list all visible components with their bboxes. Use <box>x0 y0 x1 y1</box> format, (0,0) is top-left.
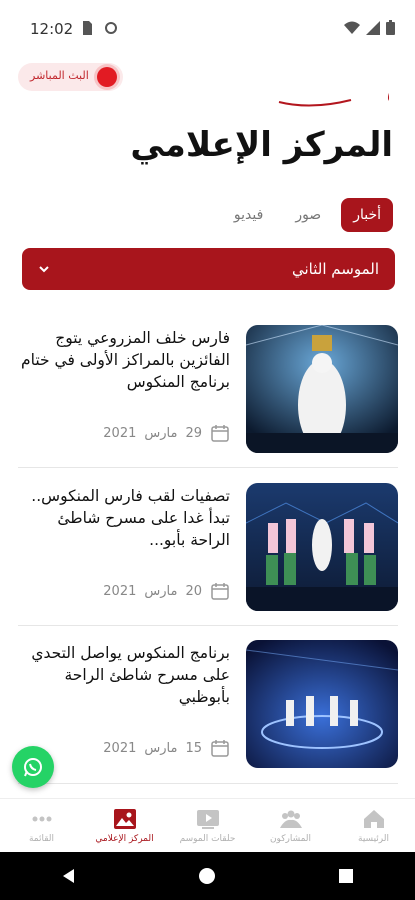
live-broadcast-button[interactable]: البث المباشر <box>18 63 123 91</box>
nav-item-menu[interactable]: القائمة <box>2 808 82 844</box>
svg-text:المنكوس: المنكوس <box>386 63 389 103</box>
bottom-navigation: الرئيسية المشاركون حلقات الموسم المركز ا… <box>0 798 415 852</box>
news-thumbnail <box>246 640 398 768</box>
tab-videos[interactable]: فيديو <box>222 198 275 232</box>
nav-item-home[interactable]: الرئيسية <box>334 808 414 844</box>
nav-label: حلقات الموسم <box>179 833 236 844</box>
nav-label: الرئيسية <box>358 833 389 844</box>
news-thumbnail <box>246 325 398 453</box>
android-navigation-bar <box>0 852 415 900</box>
news-list-item[interactable]: فارس خلف المزروعي يتوج الفائزين بالمراكز… <box>18 325 398 457</box>
news-date-year: 2021 <box>103 425 137 441</box>
status-notification-icons <box>80 20 118 36</box>
stage-photo-image <box>246 640 398 768</box>
menu-dots-icon <box>32 816 51 821</box>
news-date-day: 15 <box>185 740 202 756</box>
page-title: المركز الإعلامي <box>130 125 393 165</box>
news-date-year: 2021 <box>103 740 137 756</box>
nav-item-media-center[interactable]: المركز الإعلامي <box>85 808 165 844</box>
nav-label: المركز الإعلامي <box>95 833 154 844</box>
participants-icon <box>279 810 302 828</box>
tab-news[interactable]: أخبار <box>341 198 393 232</box>
signal-icon <box>366 20 380 35</box>
status-bar: 12:02 <box>0 0 415 58</box>
news-date-month: مارس <box>144 425 178 441</box>
battery-icon <box>386 20 395 35</box>
sync-icon <box>105 22 117 34</box>
nav-item-participants[interactable]: المشاركون <box>251 808 331 844</box>
chevron-down-icon <box>39 266 49 273</box>
season-selected-label: الموسم الثاني <box>292 260 379 278</box>
status-system-icons <box>344 20 395 35</box>
tab-photos[interactable]: صور <box>283 198 333 232</box>
media-center-icon <box>113 808 136 829</box>
whatsapp-button[interactable] <box>12 746 54 788</box>
news-date: 29 مارس 2021 <box>103 423 230 443</box>
nav-item-episodes[interactable]: حلقات الموسم <box>168 808 248 844</box>
news-date: 20 مارس 2021 <box>103 581 230 601</box>
stage-photo-image <box>246 483 398 611</box>
wifi-icon <box>344 21 360 34</box>
calendar-icon <box>211 583 229 600</box>
calendar-icon <box>211 425 229 442</box>
news-date-month: مارس <box>144 583 178 599</box>
news-list-item[interactable]: تصفيات لقب فارس المنكوس.. تبدأ غدا على م… <box>18 483 398 615</box>
news-title: تصفيات لقب فارس المنكوس.. تبدأ غدا على م… <box>31 487 230 549</box>
season-dropdown[interactable]: الموسم الثاني <box>22 248 395 290</box>
calendar-icon <box>211 740 229 757</box>
news-list-item[interactable]: برنامج المنكوس يواصل التحدي على مسرح شاط… <box>18 640 398 772</box>
nav-label: القائمة <box>28 833 55 844</box>
whatsapp-icon <box>24 758 42 777</box>
news-date-month: مارس <box>144 740 178 756</box>
news-date-day: 29 <box>185 425 202 441</box>
app-logo: المنكوس <box>278 63 389 107</box>
list-divider <box>18 467 398 468</box>
home-circle-icon[interactable] <box>197 866 217 886</box>
episodes-icon <box>196 809 219 829</box>
news-title: برنامج المنكوس يواصل التحدي على مسرح شاط… <box>31 644 230 706</box>
stage-photo-image <box>246 325 398 453</box>
status-time: 12:02 <box>30 20 74 38</box>
nav-label: المشاركون <box>269 833 312 844</box>
list-divider <box>18 625 398 626</box>
news-thumbnail <box>246 483 398 611</box>
news-date-year: 2021 <box>103 583 137 599</box>
back-icon[interactable] <box>59 866 79 886</box>
list-divider <box>18 783 398 784</box>
sim-card-icon <box>83 21 92 35</box>
recents-icon[interactable] <box>336 866 356 886</box>
live-dot-icon <box>97 67 117 87</box>
news-date-day: 20 <box>185 583 202 599</box>
home-icon <box>363 809 384 828</box>
live-label: البث المباشر <box>30 69 89 82</box>
news-title: فارس خلف المزروعي يتوج الفائزين بالمراكز… <box>21 329 230 391</box>
media-tabs: أخبار صور فيديو <box>222 198 393 232</box>
news-date: 15 مارس 2021 <box>103 738 230 758</box>
